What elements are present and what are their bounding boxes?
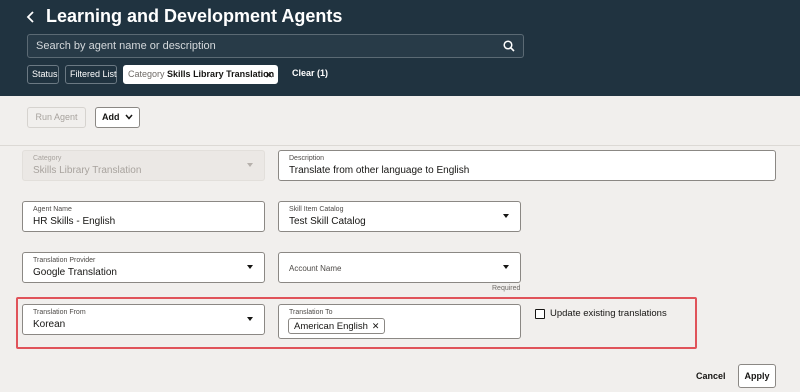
translation-from-value: Korean xyxy=(33,319,66,330)
section-divider xyxy=(0,145,800,146)
run-agent-button[interactable]: Run Agent xyxy=(27,107,86,128)
add-button-label: Add xyxy=(101,112,120,122)
category-select[interactable]: Category Skills Library Translation xyxy=(22,150,265,181)
update-existing-checkbox[interactable] xyxy=(535,309,545,319)
page-header: Learning and Development Agents Status F… xyxy=(0,0,800,96)
remove-tag-icon[interactable]: ✕ xyxy=(372,321,380,331)
translation-provider-label: Translation Provider xyxy=(33,257,96,264)
language-tag-label: American English xyxy=(294,321,368,332)
chevron-left-icon[interactable] xyxy=(22,8,40,26)
category-filter-chip[interactable]: Category Skills Library Translation × xyxy=(123,65,278,84)
status-filter-chip[interactable]: Status xyxy=(27,65,59,84)
category-chip-value: Skills Library Translation xyxy=(167,69,275,79)
chevron-down-icon xyxy=(125,113,133,122)
search-input[interactable] xyxy=(36,35,496,57)
dropdown-caret-icon xyxy=(247,265,253,269)
skill-item-catalog-value: Test Skill Catalog xyxy=(289,216,366,227)
skill-item-catalog-select[interactable]: Skill Item Catalog Test Skill Catalog xyxy=(278,201,521,232)
translation-provider-select[interactable]: Translation Provider Google Translation xyxy=(22,252,265,283)
translation-from-select[interactable]: Translation From Korean xyxy=(22,304,265,335)
description-field[interactable]: Description Translate from other languag… xyxy=(278,150,776,181)
add-button[interactable]: Add xyxy=(95,107,140,128)
category-field-value: Skills Library Translation xyxy=(33,165,142,176)
dropdown-caret-icon xyxy=(247,317,253,321)
dropdown-caret-icon xyxy=(247,163,253,167)
agent-name-value: HR Skills - English xyxy=(33,216,116,227)
update-existing-label[interactable]: Update existing translations xyxy=(550,308,667,319)
cancel-button[interactable]: Cancel xyxy=(696,371,726,381)
translation-provider-value: Google Translation xyxy=(33,267,117,278)
agent-name-label: Agent Name xyxy=(33,206,72,213)
dropdown-caret-icon xyxy=(503,214,509,218)
clear-filters-link[interactable]: Clear (1) xyxy=(292,68,328,78)
skill-item-catalog-label: Skill Item Catalog xyxy=(289,206,344,213)
close-icon[interactable]: × xyxy=(265,66,273,83)
agent-name-field[interactable]: Agent Name HR Skills - English xyxy=(22,201,265,232)
apply-button[interactable]: Apply xyxy=(738,364,776,388)
dropdown-caret-icon xyxy=(503,265,509,269)
description-field-label: Description xyxy=(289,155,325,162)
account-name-label: Account Name xyxy=(289,264,342,273)
category-chip-label: Category xyxy=(128,69,165,79)
category-field-label: Category xyxy=(33,155,62,162)
translation-from-label: Translation From xyxy=(33,309,86,316)
search-icon[interactable] xyxy=(503,40,515,52)
search-bar xyxy=(27,34,524,58)
translation-to-label: Translation To xyxy=(289,309,333,316)
page-title: Learning and Development Agents xyxy=(46,6,343,26)
filtered-list-chip[interactable]: Filtered List xyxy=(65,65,117,84)
account-name-select[interactable]: Account Name xyxy=(278,252,521,283)
language-tag: American English ✕ xyxy=(288,318,386,334)
required-hint: Required xyxy=(492,285,521,292)
description-field-value: Translate from other language to English xyxy=(289,165,470,176)
